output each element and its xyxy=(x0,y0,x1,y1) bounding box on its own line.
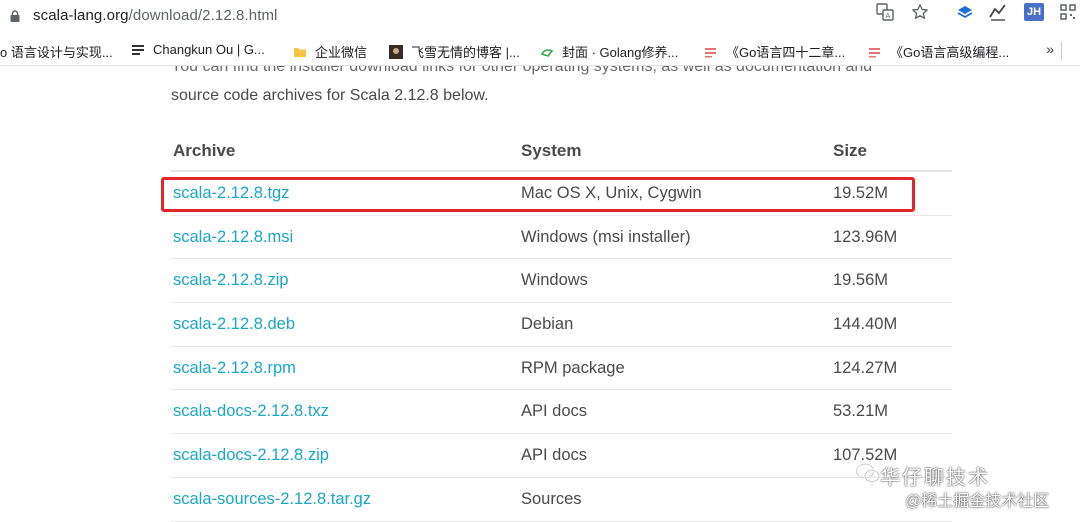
list-icon xyxy=(132,44,144,55)
table-header: Archive System Size xyxy=(171,128,952,172)
url-path: /download/2.12.8.html xyxy=(128,7,278,24)
bookmark-label: o 语言设计与实现... xyxy=(0,45,113,60)
bookmark-item[interactable]: o 语言设计与实现... xyxy=(0,42,113,61)
book-icon xyxy=(869,47,880,57)
table-row: scala-2.12.8.msi Windows (msi installer)… xyxy=(171,216,952,260)
bookmark-label: 《Go语言高级编程... xyxy=(890,45,1010,60)
bookmark-label: 企业微信 xyxy=(315,45,368,60)
header-size: Size xyxy=(833,141,868,160)
table-row: scala-2.12.8.rpm RPM package 124.27M xyxy=(171,347,952,391)
extension-layers-icon[interactable] xyxy=(953,0,977,24)
table-row: scala-docs-2.12.8.txz API docs 53.21M xyxy=(171,390,952,435)
archive-link[interactable]: scala-2.12.8.rpm xyxy=(173,359,296,378)
bookmark-item[interactable]: 飞雪无情的博客 |... xyxy=(389,42,520,61)
extension-chart-icon[interactable] xyxy=(986,0,1010,24)
extension-jh-icon[interactable]: JH xyxy=(1024,3,1044,21)
table-row: scala-2.12.8.tgz Mac OS X, Unix, Cygwin … xyxy=(171,172,952,216)
bookmark-item[interactable]: 封面 · Golang修养... xyxy=(540,42,678,61)
bookmark-star-icon[interactable] xyxy=(908,0,932,24)
system-cell: Debian xyxy=(521,315,574,334)
header-system: System xyxy=(521,141,582,160)
archive-link[interactable]: scala-docs-2.12.8.txz xyxy=(173,402,329,421)
bookmark-item[interactable]: 《Go语言高级编程... xyxy=(868,42,1009,61)
url-text[interactable]: scala-lang.org/download/2.12.8.html xyxy=(33,7,278,24)
system-cell: Sources xyxy=(521,489,582,508)
avatar-icon xyxy=(389,44,403,59)
archive-link[interactable]: scala-2.12.8.tgz xyxy=(173,184,289,203)
watermark-subtitle: @稀土掘金技术社区 xyxy=(905,493,1050,510)
lock-icon[interactable] xyxy=(10,10,20,22)
bookmark-label: 飞雪无情的博客 |... xyxy=(411,45,520,60)
size-cell: 123.96M xyxy=(833,227,898,246)
folder-icon xyxy=(294,47,306,57)
wechat-logo-icon xyxy=(855,463,880,483)
intro-text-line2: source code archives for Scala 2.12.8 be… xyxy=(171,87,489,104)
size-cell: 19.52M xyxy=(833,184,889,202)
address-bar[interactable]: scala-lang.org/download/2.12.8.html A JH xyxy=(0,0,1080,34)
system-cell: Windows (msi installer) xyxy=(521,227,691,246)
gitbook-icon xyxy=(540,48,554,57)
qr-code-icon[interactable] xyxy=(1056,0,1080,24)
size-cell: 53.21M xyxy=(833,402,889,421)
bookmark-item[interactable]: 企业微信 xyxy=(293,42,367,61)
archive-link[interactable]: scala-2.12.8.zip xyxy=(173,271,289,290)
bookmarks-bar: o 语言设计与实现... Changkun Ou | G... 企业微信 飞雪无… xyxy=(0,36,1080,66)
url-host: scala-lang.org xyxy=(33,7,129,24)
bookmark-label: 封面 · Golang修养... xyxy=(562,45,679,60)
bookmark-divider xyxy=(1061,42,1062,60)
size-cell: 19.56M xyxy=(833,271,889,290)
size-cell: 124.27M xyxy=(833,358,898,377)
more-bookmarks-button[interactable]: » xyxy=(1046,41,1054,57)
translate-icon[interactable]: A xyxy=(873,0,897,24)
downloads-table: Archive System Size scala-2.12.8.tgz Mac… xyxy=(171,128,952,522)
table-row: scala-docs-2.12.8.zip API docs 107.52M xyxy=(171,434,952,478)
bookmark-label: 《Go语言四十二章... xyxy=(726,45,846,60)
bookmark-label: Changkun Ou | G... xyxy=(153,42,265,57)
size-cell: 144.40M xyxy=(833,315,898,334)
archive-link[interactable]: scala-2.12.8.msi xyxy=(173,228,293,247)
system-cell: Windows xyxy=(521,271,588,290)
header-archive: Archive xyxy=(173,141,236,160)
system-cell: RPM package xyxy=(521,358,625,377)
table-row: scala-2.12.8.deb Debian 144.40M xyxy=(171,303,952,347)
book-icon xyxy=(705,47,716,57)
svg-text:A: A xyxy=(886,12,891,20)
watermark-title: 华仔聊技术 xyxy=(880,467,990,489)
table-row: scala-sources-2.12.8.tar.gz Sources xyxy=(171,478,952,522)
jh-label: JH xyxy=(1026,6,1042,18)
table-row: scala-2.12.8.zip Windows 19.56M xyxy=(171,259,952,304)
system-cell: API docs xyxy=(521,402,588,421)
system-cell: Mac OS X, Unix, Cygwin xyxy=(521,184,702,202)
archive-link[interactable]: scala-docs-2.12.8.zip xyxy=(173,446,329,465)
bookmark-item[interactable]: 《Go语言四十二章... xyxy=(704,42,845,61)
system-cell: API docs xyxy=(521,446,588,465)
bookmark-item[interactable]: Changkun Ou | G... xyxy=(131,42,265,57)
archive-link[interactable]: scala-2.12.8.deb xyxy=(173,315,295,334)
archive-link[interactable]: scala-sources-2.12.8.tar.gz xyxy=(173,490,371,509)
